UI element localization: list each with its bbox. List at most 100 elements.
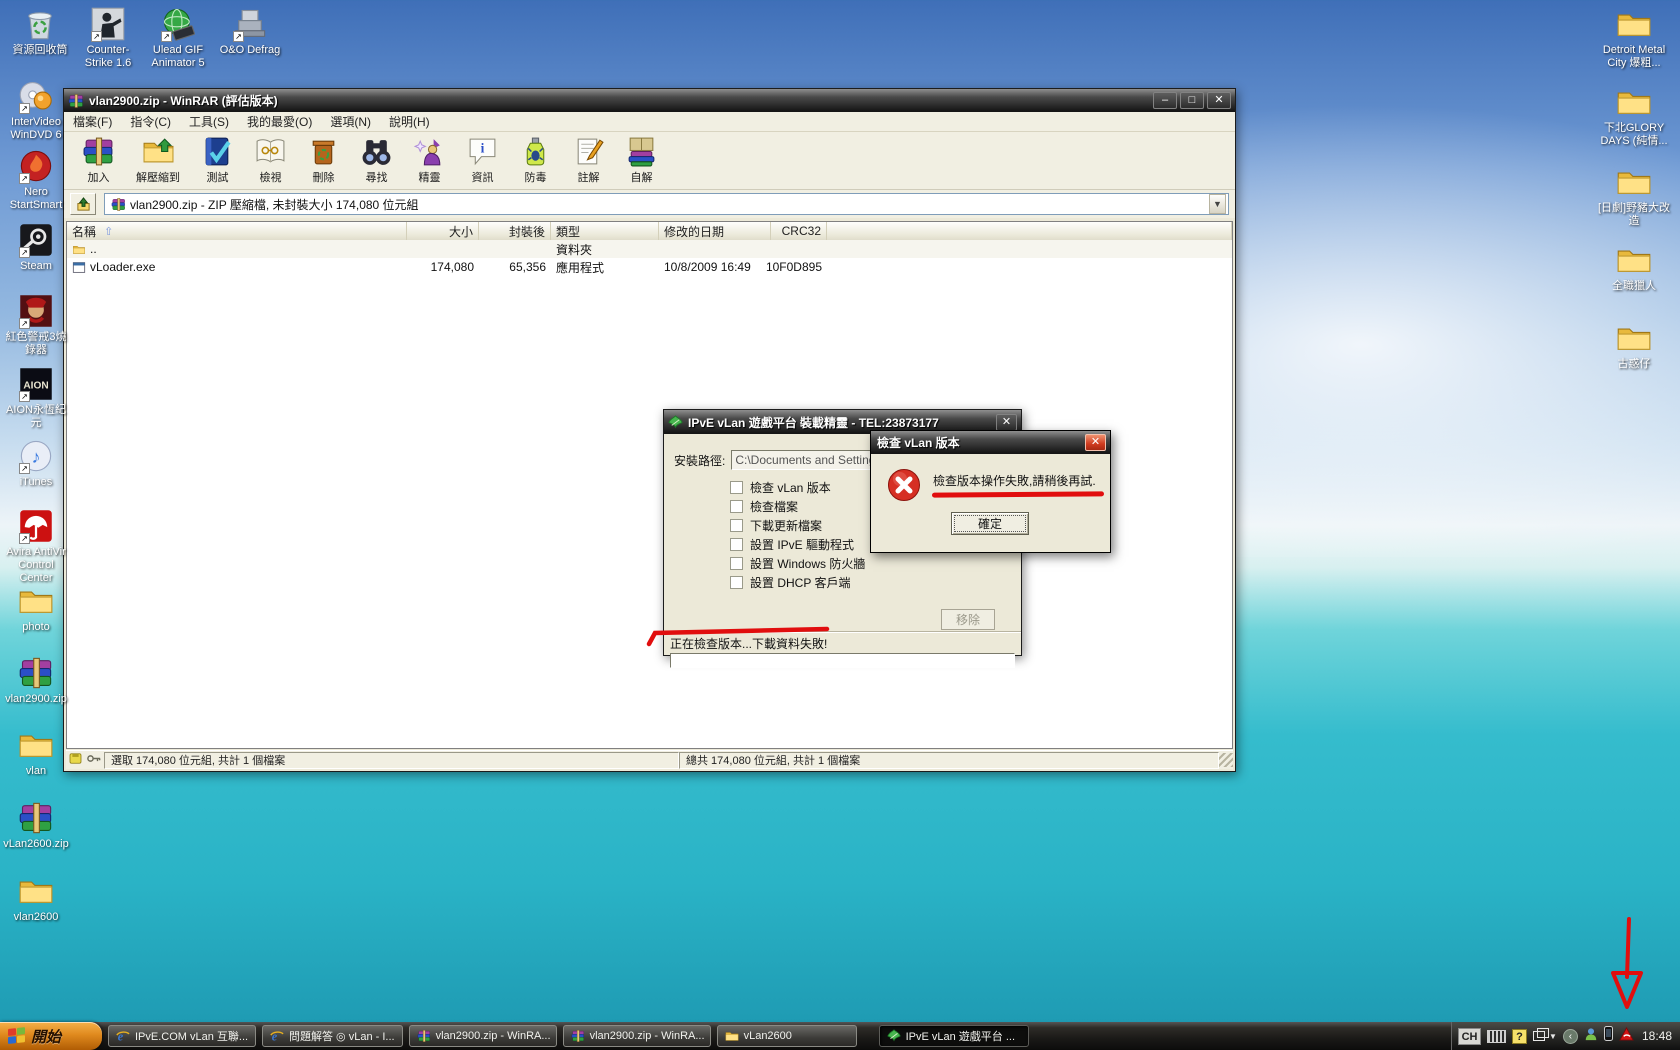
column-header-type[interactable]: 類型 [551, 222, 659, 240]
keyboard-layout-icon[interactable] [1487, 1030, 1506, 1043]
address-dropdown-button[interactable]: ▼ [1209, 194, 1226, 214]
icon-label: [日劇]野豬大改造 [1594, 202, 1674, 228]
desktop-icon-aion[interactable]: AION ↗ AION永恆紀元 [2, 366, 70, 430]
taskbar-button-vlan-installer[interactable]: IPvE vLan 遊戲平台 ... [879, 1025, 1029, 1047]
desktop-icon-oo-defrag[interactable]: ↗ O&O Defrag [216, 6, 284, 57]
error-titlebar[interactable]: 檢查 vLan 版本 ✕ [871, 431, 1110, 454]
desktop-icon-detroit-metal-city[interactable]: Detroit Metal City 爆粗... [1594, 6, 1674, 70]
checkbox-check-vlan-version[interactable]: 檢查 vLan 版本 [730, 478, 865, 497]
checkbox-setup-windows-firewall[interactable]: 設置 Windows 防火牆 [730, 554, 865, 573]
tray-avira-icon[interactable] [1619, 1027, 1634, 1046]
tray-device-icon[interactable] [1604, 1026, 1613, 1046]
toolbar-info-button[interactable]: i 資訊 [456, 134, 509, 188]
desktop-icon-photo[interactable]: photo [2, 583, 70, 634]
address-bar[interactable]: vlan2900.zip - ZIP 壓縮檔, 未封裝大小 174,080 位元… [104, 193, 1229, 215]
minimize-button[interactable]: – [1153, 92, 1177, 109]
tray-messenger-icon[interactable] [1584, 1027, 1598, 1046]
taskbar-clock[interactable]: 18:48 [1642, 1029, 1672, 1043]
toolbar-antivirus-button[interactable]: 防毒 [509, 134, 562, 188]
toolbar-find-button[interactable]: 尋找 [350, 134, 403, 188]
column-header-name[interactable]: 名稱 ⇧ [67, 222, 407, 240]
icon-label: Avira AntiVir Control Center [2, 546, 70, 585]
desktop-icon-windvd[interactable]: ↗ InterVideo WinDVD 6 [2, 78, 70, 142]
desktop-icon-vlan2900-zip[interactable]: vlan2900.zip [2, 655, 70, 706]
installer-close-button[interactable]: ✕ [996, 414, 1017, 431]
column-header-crc32[interactable]: CRC32 [771, 222, 827, 240]
desktop-icon-nobuta[interactable]: [日劇]野豬大改造 [1594, 164, 1674, 228]
checkbox-box[interactable] [730, 500, 743, 513]
taskbar-button-vlan2600-folder[interactable]: vLan2600 [717, 1025, 857, 1047]
error-close-button[interactable]: ✕ [1085, 434, 1106, 451]
toolbar-comment-button[interactable]: 註解 [562, 134, 615, 188]
desktop-icon-nero[interactable]: ↗ Nero StartSmart [2, 148, 70, 212]
toolbar-sfx-button[interactable]: 自解 [615, 134, 668, 188]
chevron-down-icon[interactable]: ▼ [1549, 1032, 1557, 1041]
desktop-icon-itunes[interactable]: ♪ ↗ iTunes [2, 438, 70, 489]
desktop-icon-counter-strike[interactable]: ↗ Counter-Strike 1.6 [74, 6, 142, 70]
desktop-icon-avira[interactable]: ↗ Avira AntiVir Control Center [2, 508, 70, 585]
menu-tools[interactable]: 工具(S) [180, 111, 238, 132]
table-row-vloader[interactable]: vLoader.exe 174,080 65,356 應用程式 10/8/200… [67, 258, 1232, 276]
column-header-packed[interactable]: 封裝後 [479, 222, 551, 240]
close-button[interactable]: ✕ [1207, 92, 1231, 109]
tray-back-icon[interactable]: ‹ [1563, 1029, 1578, 1044]
restore-toolbar-icon[interactable] [1533, 1031, 1545, 1041]
find-icon [360, 135, 393, 168]
maximize-button[interactable]: □ [1180, 92, 1204, 109]
taskbar-button-ie-ipve[interactable]: IPvE.COM vLan 互聯... [108, 1025, 256, 1047]
checkbox-box[interactable] [730, 481, 743, 494]
icon-label: Nero StartSmart [2, 186, 70, 212]
desktop-icon-steam[interactable]: ↗ Steam [2, 222, 70, 273]
menu-commands[interactable]: 指令(C) [121, 111, 180, 132]
table-row-parent-dir[interactable]: .. 資料夾 [67, 240, 1232, 258]
start-button[interactable]: 開始 [0, 1022, 102, 1050]
taskbar-button-ie-faq[interactable]: 問題解答 ◎ vLan - I... [262, 1025, 403, 1047]
menu-favorites[interactable]: 我的最愛(O) [238, 111, 321, 132]
desktop-icon-glory-days[interactable]: 下北GLORY DAYS (純情... [1594, 84, 1674, 148]
ok-button[interactable]: 確定 [951, 512, 1029, 535]
toolbar-view-button[interactable]: 檢視 [244, 134, 297, 188]
desktop-icon-ra3-burner[interactable]: ↗ 紅色警戒3燒錄器 [2, 293, 70, 357]
language-indicator[interactable]: CH [1458, 1028, 1481, 1045]
checkbox-setup-dhcp-client[interactable]: 設置 DHCP 客戶端 [730, 573, 865, 592]
status-selected: 選取 174,080 位元組, 共計 1 個檔案 [104, 752, 679, 769]
menu-file[interactable]: 檔案(F) [64, 111, 121, 132]
toolbar-add-button[interactable]: 加入 [72, 134, 125, 188]
desktop-icon-vlan2600-zip[interactable]: vLan2600.zip [2, 800, 70, 851]
shortcut-arrow-icon: ↗ [233, 31, 244, 42]
checkbox-setup-ipve-driver[interactable]: 設置 IPvE 驅動程式 [730, 535, 865, 554]
error-dialog: 檢查 vLan 版本 ✕ 檢查版本操作失敗,請稍後再試. 確定 [870, 430, 1111, 553]
taskbar-button-winrar-1[interactable]: vlan2900.zip - WinRA... [409, 1025, 557, 1047]
toolbar-extract-button[interactable]: 解壓縮到 [125, 134, 191, 188]
desktop-icon-hunter[interactable]: 全職獵人 [1594, 242, 1674, 293]
checkbox-download-update[interactable]: 下載更新檔案 [730, 516, 865, 535]
desktop-icon-ulead-gif[interactable]: ↗ Ulead GIF Animator 5 [144, 6, 212, 70]
column-header-date[interactable]: 修改的日期 [659, 222, 771, 240]
svg-text:AION: AION [23, 381, 48, 392]
menu-options[interactable]: 選項(N) [321, 111, 380, 132]
column-header-size[interactable]: 大小 [407, 222, 479, 240]
remove-button[interactable]: 移除 [941, 609, 995, 630]
windvd-icon: ↗ [18, 78, 54, 114]
ime-help-icon[interactable]: ? [1512, 1029, 1527, 1044]
checkbox-check-files[interactable]: 檢查檔案 [730, 497, 865, 516]
toolbar-wizard-button[interactable]: 精靈 [403, 134, 456, 188]
desktop-icon-vlan2600-folder[interactable]: vlan2600 [2, 873, 70, 924]
icon-label: iTunes [2, 476, 70, 489]
taskbar-button-winrar-2[interactable]: vlan2900.zip - WinRA... [563, 1025, 711, 1047]
winrar-titlebar[interactable]: vlan2900.zip - WinRAR (評估版本) – □ ✕ [64, 89, 1235, 112]
shortcut-arrow-icon: ↗ [19, 533, 30, 544]
desktop-icon-young-and-dangerous[interactable]: 古惑仔 [1594, 320, 1674, 371]
checkbox-box[interactable] [730, 519, 743, 532]
menu-help[interactable]: 說明(H) [380, 111, 439, 132]
toolbar-delete-button[interactable]: 刪除 [297, 134, 350, 188]
resize-grip[interactable] [1219, 753, 1233, 767]
desktop-icon-recycle-bin[interactable]: 資源回收筒 [6, 6, 74, 57]
desktop-icon-vlan-folder[interactable]: vlan [2, 727, 70, 778]
icon-label: vLan2600.zip [2, 838, 70, 851]
up-one-level-button[interactable] [70, 193, 96, 215]
checkbox-box[interactable] [730, 538, 743, 551]
checkbox-box[interactable] [730, 576, 743, 589]
checkbox-box[interactable] [730, 557, 743, 570]
toolbar-test-button[interactable]: 測試 [191, 134, 244, 188]
